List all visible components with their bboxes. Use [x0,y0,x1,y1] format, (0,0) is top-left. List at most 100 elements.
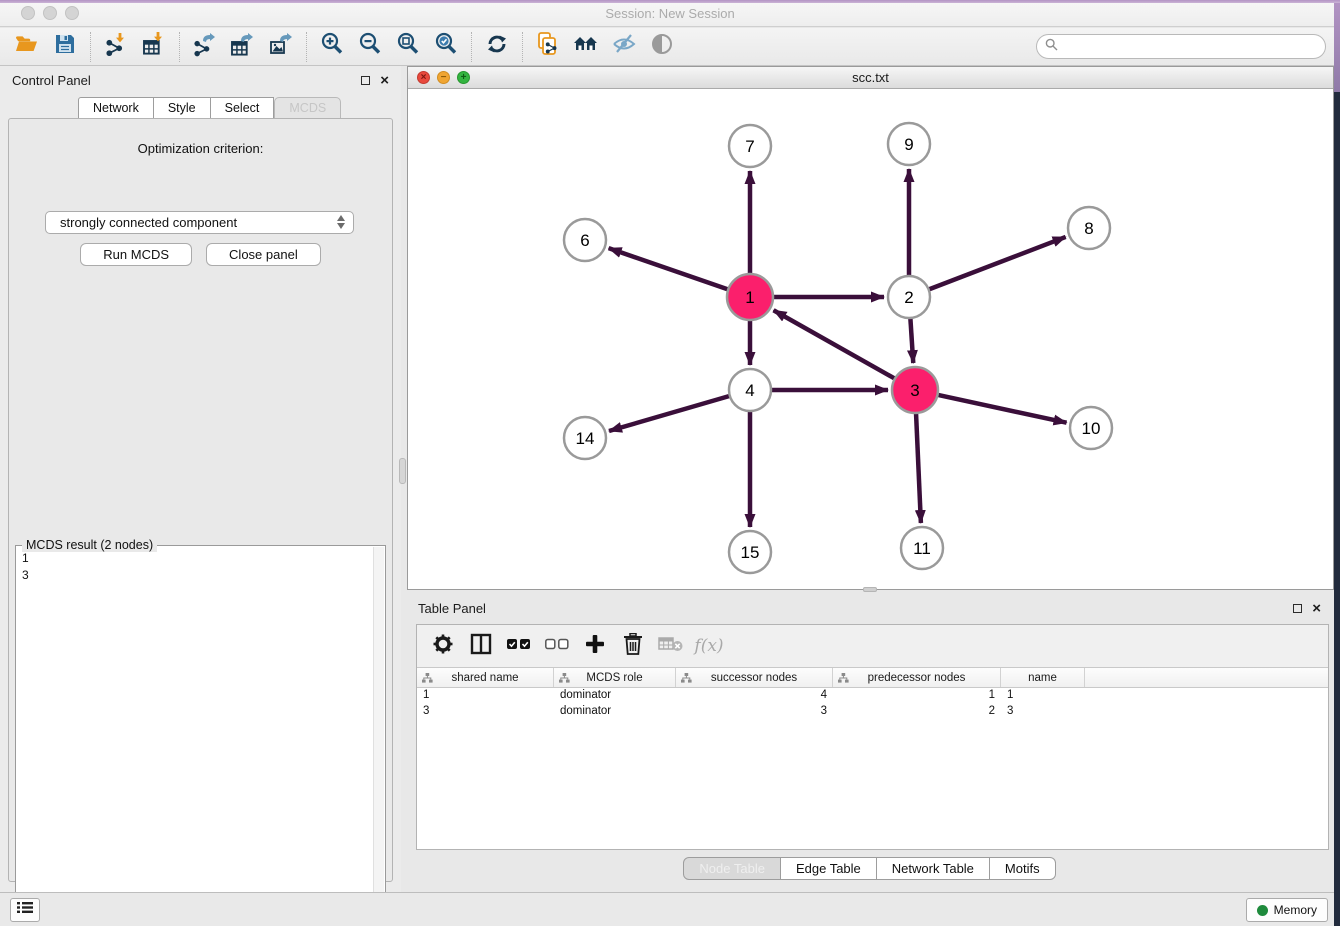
delete-rows-button[interactable] [617,629,649,663]
edge-3-11[interactable] [916,413,921,523]
zoom-in-button[interactable] [313,31,351,63]
node-label-10: 10 [1082,419,1101,438]
import-table-button[interactable] [135,31,173,63]
network-zoom-button[interactable]: + [457,71,470,84]
node-label-3: 3 [910,381,919,400]
edge-1-6[interactable] [609,248,729,289]
mcds-result-text[interactable]: 1 3 [18,550,372,919]
table-panel: Table Panel × [405,594,1334,892]
graph-svg: 7968124314101511 [408,89,1333,589]
cell[interactable]: 1 [833,688,1001,704]
deselect-all-button[interactable] [541,629,573,663]
panel-menu-button[interactable] [10,898,40,922]
tab-edge-table[interactable]: Edge Table [781,857,877,880]
column-header-MCDS-role[interactable]: MCDS role [554,668,676,687]
add-row-button[interactable] [579,629,611,663]
table-close-icon[interactable]: × [1312,604,1321,613]
mcds-result-box: MCDS result (2 nodes) 1 3 [15,545,386,922]
network-minimize-button[interactable]: − [437,71,450,84]
search-input[interactable] [1058,37,1325,57]
table-float-icon[interactable] [1293,604,1302,613]
open-session-button[interactable] [8,31,46,63]
export-image-button[interactable] [262,31,300,63]
tab-mcds[interactable]: MCDS [274,97,341,119]
cell[interactable]: 1 [417,688,554,704]
statusbar: Memory [0,892,1340,926]
table-header-row: shared name MCDS role successor nodes pr… [417,668,1328,688]
table-row[interactable]: 3dominator323 [417,704,1328,720]
tab-network[interactable]: Network [78,97,154,119]
export-network-button[interactable] [186,31,224,63]
refresh-view-button[interactable] [478,31,516,63]
cell[interactable]: dominator [554,688,676,704]
zoom-out-button[interactable] [351,31,389,63]
cell[interactable]: 3 [417,704,554,720]
hide-graphics-button[interactable] [605,31,643,63]
tab-motifs[interactable]: Motifs [990,857,1056,880]
import-network-button[interactable] [97,31,135,63]
clone-network-button[interactable] [529,31,567,63]
control-panel: Control Panel × NetworkStyleSelectMCDS O… [0,66,401,892]
column-header-predecessor-nodes[interactable]: predecessor nodes [833,668,1001,687]
run-mcds-button[interactable]: Run MCDS [80,243,192,266]
zoom-selected-button[interactable] [427,31,465,63]
node-label-9: 9 [904,135,913,154]
cell[interactable]: dominator [554,704,676,720]
column-header-successor-nodes[interactable]: successor nodes [676,668,833,687]
tab-select[interactable]: Select [211,97,275,119]
delete-table-icon [658,635,684,658]
edge-4-14[interactable] [609,396,730,431]
cell[interactable]: 1 [1001,688,1085,704]
tab-network-table[interactable]: Network Table [877,857,990,880]
network-window-titlebar[interactable]: × − + scc.txt [408,67,1333,89]
node-label-14: 14 [576,429,595,448]
network-close-button[interactable]: × [417,71,430,84]
close-panel-button[interactable]: Close panel [206,243,321,266]
tab-node-table[interactable]: Node Table [683,857,781,880]
gear-button[interactable] [427,629,459,663]
columns-button[interactable] [465,629,497,663]
delete-table-button [655,629,687,663]
zoom-in-icon [319,31,345,62]
zoom-out-icon [357,31,383,62]
network-canvas[interactable]: 7968124314101511 [408,89,1333,589]
edge-2-8[interactable] [929,237,1066,290]
node-label-2: 2 [904,288,913,307]
export-table-button[interactable] [224,31,262,63]
float-panel-icon[interactable] [361,76,370,85]
close-panel-icon[interactable]: × [380,76,389,85]
edge-3-1[interactable] [774,310,895,378]
network-window-title: scc.txt [408,67,1333,88]
node-table: f(x) shared name MCDS role successor nod… [416,624,1329,850]
save-session-button[interactable] [46,31,84,63]
zoom-fit-button[interactable] [389,31,427,63]
tab-style[interactable]: Style [154,97,211,119]
column-header-name[interactable]: name [1001,668,1085,687]
select-all-button[interactable] [503,629,535,663]
search-icon [1045,38,1058,56]
network-resize-handle[interactable] [863,587,877,592]
table-toolbar: f(x) [417,625,1328,668]
node-label-15: 15 [741,543,760,562]
panel-splitter-handle[interactable] [399,458,406,484]
first-neighbors-button[interactable] [567,31,605,63]
search-field[interactable] [1036,34,1326,59]
gear-icon [433,634,453,659]
save-session-icon [52,31,78,62]
table-row[interactable]: 1dominator411 [417,688,1328,704]
show-graphics-button[interactable] [643,31,681,63]
cell[interactable]: 3 [1001,704,1085,720]
memory-button[interactable]: Memory [1246,898,1328,922]
optimization-criterion-select[interactable]: strongly connected component [45,211,354,234]
table-rows: 1dominator4113dominator323 [417,688,1328,720]
column-header-shared-name[interactable]: shared name [417,668,554,687]
node-label-1: 1 [745,288,754,307]
result-scrollbar[interactable] [373,547,384,920]
edge-3-10[interactable] [937,395,1066,423]
cell[interactable]: 2 [833,704,1001,720]
edge-2-3[interactable] [910,318,913,363]
import-network-icon [103,31,129,62]
toolbar-separator [471,32,472,62]
cell[interactable]: 3 [676,704,833,720]
cell[interactable]: 4 [676,688,833,704]
